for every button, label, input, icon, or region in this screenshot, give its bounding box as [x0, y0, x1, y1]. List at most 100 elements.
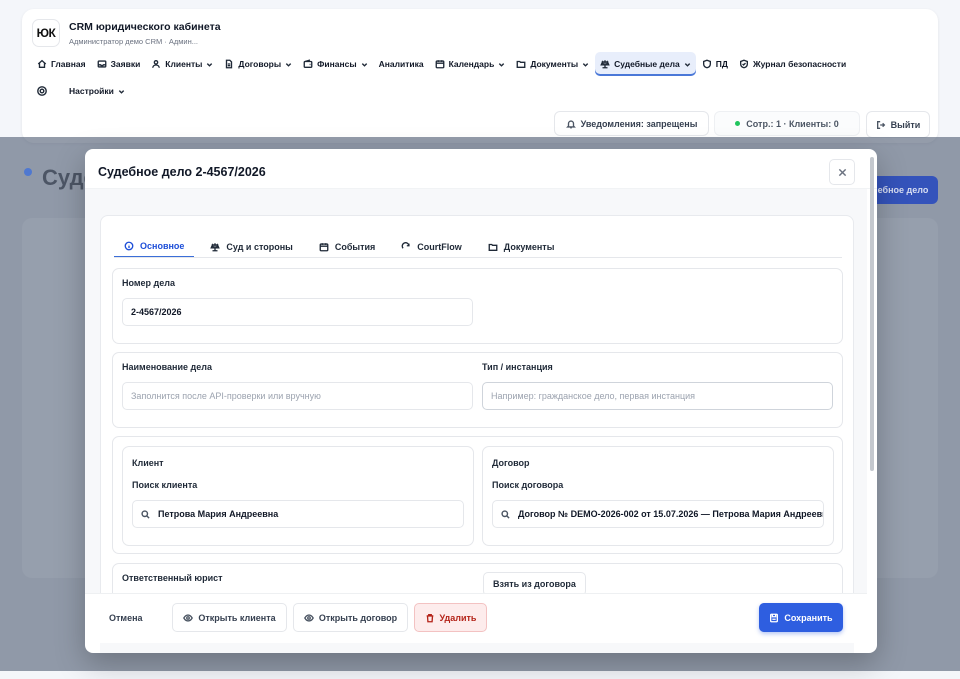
- client-title: Клиент: [132, 458, 164, 468]
- close-icon: [838, 168, 846, 176]
- scale-icon: [600, 60, 610, 69]
- chevron-down-icon: [285, 62, 292, 67]
- app-logo[interactable]: ЮК: [32, 19, 60, 47]
- case-type-input[interactable]: Например: гражданское дело, первая инста…: [482, 382, 833, 410]
- nav-home[interactable]: Главная: [32, 52, 91, 76]
- nav-calendar[interactable]: Календарь: [430, 52, 511, 76]
- nav-documents[interactable]: Документы: [511, 52, 594, 76]
- nav-home-label: Главная: [51, 59, 86, 69]
- refresh-icon: [401, 242, 410, 249]
- case-tabs: Основное Суд и стороны События CourtFlow…: [114, 236, 570, 258]
- online-status-dot: [735, 121, 741, 126]
- cancel-button[interactable]: Отмена: [109, 603, 143, 632]
- tab-court-parties[interactable]: Суд и стороны: [200, 236, 302, 258]
- secondary-nav: Настройки: [36, 81, 131, 101]
- open-client-label: Открыть клиента: [198, 612, 276, 623]
- search-icon: [141, 509, 150, 519]
- bell-icon: [565, 119, 576, 128]
- save-label: Сохранить: [784, 612, 833, 623]
- nav-contracts[interactable]: Договоры: [219, 52, 297, 76]
- chevron-down-icon: [207, 62, 213, 67]
- contract-search-value: Договор № DEMO-2026-002 от 15.07.2026 — …: [518, 509, 824, 519]
- contract-card: Договор Поиск договора Договор № DEMO-20…: [482, 446, 834, 546]
- folder-icon: [488, 243, 498, 251]
- modal-title: Судебное дело 2-4567/2026: [98, 165, 266, 179]
- eye-icon: [183, 613, 194, 622]
- nav-contracts-label: Договоры: [238, 59, 282, 69]
- logout-icon: [876, 120, 885, 129]
- notifications-button[interactable]: Уведомления: запрещены: [554, 111, 709, 136]
- search-icon: [501, 509, 510, 519]
- save-icon: [770, 613, 779, 622]
- scale-icon: [210, 243, 221, 252]
- case-type-label: Тип / инстанция: [482, 362, 553, 372]
- nav-personal-data[interactable]: ПД: [697, 52, 733, 76]
- tab-documents-label: Документы: [503, 242, 555, 252]
- inbox-icon: [97, 60, 106, 68]
- nav-analytics[interactable]: Аналитика: [374, 52, 429, 76]
- nav-documents-label: Документы: [530, 59, 579, 69]
- stats-label: Сотр.: 1 · Клиенты: 0: [746, 118, 839, 129]
- case-details-section: Наименование дела Заполнится после API-п…: [112, 352, 843, 428]
- tab-events[interactable]: События: [309, 236, 385, 258]
- client-search-input[interactable]: Петрова Мария Андреевна: [132, 500, 464, 528]
- open-client-button[interactable]: Открыть клиента: [172, 603, 287, 632]
- chevron-down-icon: [582, 62, 589, 67]
- nav-security-log[interactable]: Журнал безопасности: [734, 52, 851, 76]
- nav-court-cases[interactable]: Судебные дела: [595, 52, 696, 76]
- chevron-down-icon: [499, 62, 505, 67]
- court-case-modal: Судебное дело 2-4567/2026 Основное Суд и…: [85, 149, 877, 653]
- app-subtitle: Администратор демо CRM · Админ...: [69, 36, 199, 46]
- gear-icon[interactable]: [36, 85, 48, 97]
- chevron-down-icon: [684, 62, 690, 67]
- nav-security-log-label: Журнал безопасности: [752, 59, 847, 69]
- folder-icon: [516, 60, 526, 68]
- home-icon: [37, 59, 47, 68]
- nav-requests[interactable]: Заявки: [92, 52, 146, 76]
- contract-title: Договор: [492, 458, 530, 468]
- save-button[interactable]: Сохранить: [759, 603, 843, 632]
- calendar-icon: [319, 243, 329, 252]
- app-header: ЮК CRM юридического кабинета Администрат…: [22, 9, 938, 143]
- tab-main-label: Основное: [140, 241, 185, 251]
- tab-main[interactable]: Основное: [114, 236, 195, 258]
- logout-label: Выйти: [890, 119, 921, 130]
- lawyer-label: Ответственный юрист: [122, 573, 223, 583]
- delete-button[interactable]: Удалить: [414, 603, 487, 632]
- tab-courtflow[interactable]: CourtFlow: [391, 236, 472, 258]
- user-icon: [152, 60, 161, 68]
- nav-personal-data-label: ПД: [715, 59, 728, 69]
- scrollbar-thumb[interactable]: [870, 157, 874, 471]
- contract-search-input[interactable]: Договор № DEMO-2026-002 от 15.07.2026 — …: [492, 500, 824, 528]
- shield-check-icon: [739, 59, 748, 69]
- modal-footer: Отмена Открыть клиента Открыть договор У…: [85, 593, 867, 643]
- nav-finance[interactable]: Финансы: [298, 52, 372, 76]
- nav-calendar-label: Календарь: [448, 59, 495, 69]
- chevron-down-icon: [118, 89, 125, 94]
- nav-settings[interactable]: Настройки: [64, 79, 130, 103]
- logout-button[interactable]: Выйти: [866, 111, 930, 138]
- case-name-input[interactable]: Заполнится после API-проверки или вручну…: [122, 382, 473, 410]
- brand: ЮК CRM юридического кабинета Администрат…: [32, 19, 221, 47]
- nav-court-cases-label: Судебные дела: [614, 59, 680, 69]
- calendar-icon: [435, 60, 445, 69]
- case-name-label: Наименование дела: [122, 362, 212, 372]
- wallet-icon: [303, 59, 313, 68]
- modal-bottom-strip: [100, 643, 854, 653]
- close-button[interactable]: [829, 159, 855, 185]
- app-title: CRM юридического кабинета: [69, 20, 221, 33]
- open-contract-button[interactable]: Открыть договор: [293, 603, 408, 632]
- client-search-label: Поиск клиента: [132, 480, 198, 490]
- info-icon: [124, 241, 134, 251]
- tab-documents[interactable]: Документы: [478, 236, 565, 258]
- tab-court-parties-label: Суд и стороны: [226, 242, 293, 252]
- modal-scrollbar[interactable]: [869, 151, 875, 651]
- modal-header: Судебное дело 2-4567/2026: [85, 149, 877, 189]
- tab-courtflow-label: CourtFlow: [417, 242, 462, 252]
- background-add-case-button: ебное дело: [868, 176, 938, 204]
- case-number-label: Номер дела: [122, 278, 175, 288]
- client-card: Клиент Поиск клиента Петрова Мария Андре…: [122, 446, 474, 546]
- case-number-input[interactable]: 2-4567/2026: [122, 298, 473, 326]
- chevron-down-icon: [361, 62, 367, 67]
- nav-clients[interactable]: Клиенты: [146, 52, 218, 76]
